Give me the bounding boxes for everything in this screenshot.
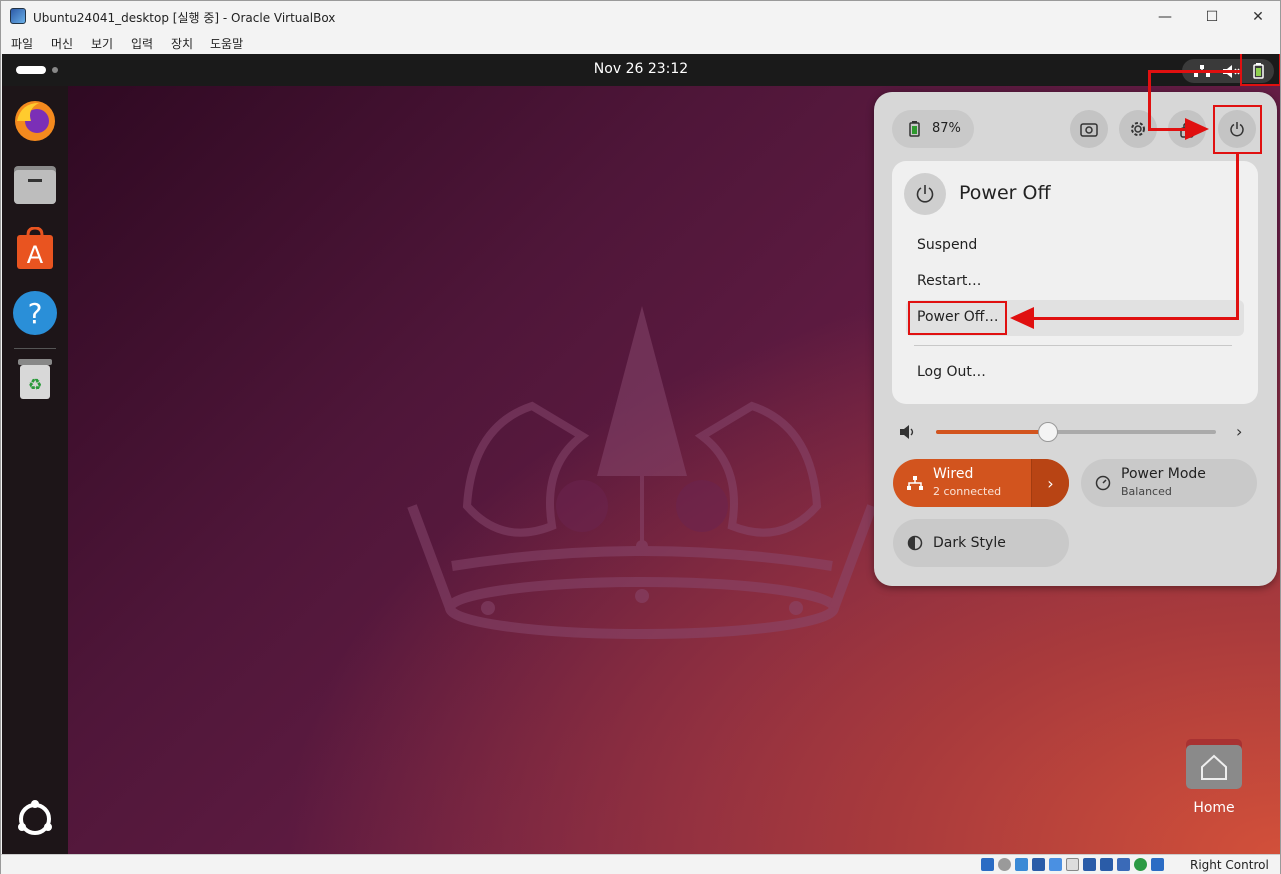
usb-icon[interactable] [1049,858,1062,871]
restart-item[interactable]: Restart… [917,273,981,289]
power-off-title: Power Off [959,182,1051,204]
battery-charging-icon [909,121,920,137]
window-title: Ubuntu24041_desktop [실행 중] - Oracle Virt… [33,11,336,25]
power-mode-tile-subtitle: Balanced [1121,485,1172,498]
svg-text:A: A [27,241,44,269]
files-icon[interactable] [12,162,58,208]
annotation-box-power-off-item [908,301,1007,335]
gnome-top-bar: Nov 26 23:12 [2,54,1280,86]
screenshot-button[interactable] [1070,110,1108,148]
submenu-separator [914,345,1232,346]
hdd-icon[interactable] [981,858,994,871]
guest-additions-icon[interactable] [1134,858,1147,871]
menu-view[interactable]: 보기 [91,35,113,52]
dark-style-tile[interactable]: Dark Style [893,519,1069,567]
suspend-item[interactable]: Suspend [917,237,977,253]
help-icon[interactable]: ? [12,290,58,336]
show-apps-ubuntu-icon[interactable] [12,796,58,842]
wired-tile-title: Wired [933,466,974,482]
menu-devices[interactable]: 장치 [171,35,193,52]
screenshot-icon [1080,123,1098,137]
vbox-menubar: 파일 머신 보기 입력 장치 도움말 [1,32,1280,54]
optical-drive-icon[interactable] [998,858,1011,871]
annotation-box-power-button [1213,105,1262,154]
display-icon[interactable] [1083,858,1096,871]
minimize-button[interactable]: — [1142,1,1188,32]
dark-style-icon [907,535,923,551]
firefox-icon[interactable] [12,98,58,144]
quick-settings-menu: 87% Power Off Suspend Restart… Power Off… [874,92,1277,586]
host-key-label: Right Control [1190,858,1269,872]
volume-slider-knob[interactable] [1038,422,1058,442]
dock-separator [14,348,56,349]
volume-slider[interactable] [936,422,1216,442]
virtualbox-window: Ubuntu24041_desktop [실행 중] - Oracle Virt… [0,0,1281,874]
trash-icon[interactable]: ♻ [12,356,58,402]
mouse-integration-icon[interactable] [1151,858,1164,871]
svg-text:?: ? [28,297,43,330]
shared-folders-icon[interactable] [1066,858,1079,871]
annotation-box-battery-indicator [1240,54,1280,86]
log-out-item[interactable]: Log Out… [917,364,986,380]
annotation-line [1148,70,1242,73]
recording-icon[interactable] [1100,858,1113,871]
app-center-icon[interactable]: A [12,226,58,272]
annotation-line [1236,154,1239,320]
wired-expand-chevron-icon[interactable]: › [1031,459,1069,507]
svg-text:♻: ♻ [28,375,42,394]
power-mode-gauge-icon [1095,475,1111,491]
cpu-icon[interactable] [1117,858,1130,871]
home-folder-icon[interactable] [1186,739,1242,791]
power-mode-tile-title: Power Mode [1121,466,1206,482]
menu-input[interactable]: 입력 [131,35,153,52]
vbox-statusbar: Right Control [1,854,1280,874]
menu-machine[interactable]: 머신 [51,35,73,52]
wired-tile-subtitle: 2 connected [933,485,1002,498]
crown-wallpaper-graphic [407,306,877,639]
volume-icon [900,425,914,439]
volume-slider-fill [936,430,1048,434]
maximize-button[interactable]: ☐ [1189,1,1235,32]
battery-status-button[interactable]: 87% [892,110,974,148]
title-bar[interactable]: Ubuntu24041_desktop [실행 중] - Oracle Virt… [1,1,1280,32]
annotation-line [1148,70,1151,131]
dock: A ? ♻ [2,86,68,854]
audio-output-chevron-icon[interactable]: › [1236,422,1242,441]
network-adapter-icon[interactable] [1032,858,1045,871]
home-folder-label: Home [1193,800,1235,816]
annotation-line [1030,317,1239,320]
power-mode-tile[interactable]: Power Mode Balanced [1081,459,1257,507]
annotation-arrow-head [1010,307,1034,329]
clock[interactable]: Nov 26 23:12 [2,61,1280,77]
power-off-header-icon [904,173,946,215]
wired-tile[interactable]: Wired 2 connected › [893,459,1069,507]
menu-file[interactable]: 파일 [11,35,33,52]
gear-icon [1131,122,1145,136]
annotation-arrow-head [1185,118,1209,140]
status-device-icons [981,858,1164,871]
menu-help[interactable]: 도움말 [210,35,243,52]
wired-network-icon [907,476,923,490]
battery-percent: 87% [932,121,961,136]
virtualbox-app-icon [10,8,26,24]
close-button[interactable]: ✕ [1235,1,1281,32]
audio-icon[interactable] [1015,858,1028,871]
vm-display[interactable]: Nov 26 23:12 A ? ♻ Home 87% Power Off Su… [2,54,1280,854]
dark-style-tile-title: Dark Style [933,535,1006,551]
power-off-submenu: Power Off Suspend Restart… Power Off… Lo… [892,161,1258,404]
